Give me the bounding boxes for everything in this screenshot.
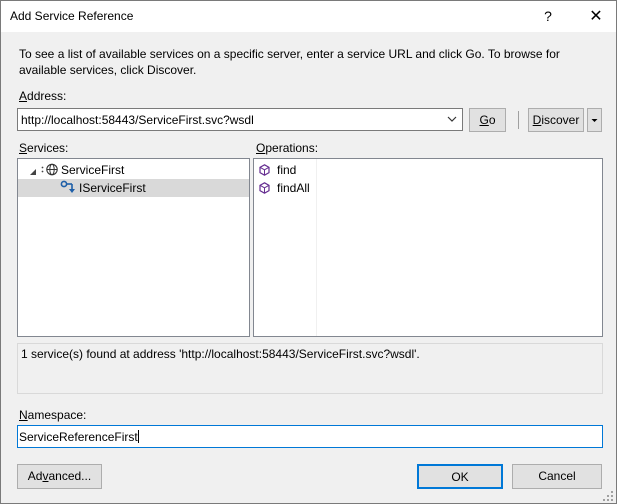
method-icon [259,164,270,179]
go-button[interactable]: Go [469,108,506,132]
operation-label: findAll [277,181,310,195]
chevron-down-icon[interactable] [444,111,460,128]
tree-item-iservicefirst[interactable]: IServiceFirst [18,179,249,197]
operations-list[interactable]: find findAll [253,158,603,337]
address-combobox[interactable]: http://localhost:58443/ServiceFirst.svc?… [17,108,463,131]
operation-item-find[interactable]: find [254,161,314,179]
method-icon [259,182,270,197]
status-panel: 1 service(s) found at address 'http://lo… [17,343,603,394]
toolbar-separator [518,111,519,129]
interface-icon [60,180,77,198]
namespace-input-value[interactable]: ServiceReferenceFirst [19,430,138,444]
services-label: Services: [19,141,69,155]
title-bar: Add Service Reference ? ✕ [1,1,616,32]
resize-grip-icon[interactable] [603,490,613,501]
address-input-value[interactable]: http://localhost:58443/ServiceFirst.svc?… [21,113,254,127]
operations-label: Operations: [256,141,319,155]
advanced-button[interactable]: Advanced... [17,464,102,489]
operation-item-findall[interactable]: findAll [254,179,314,197]
discover-button[interactable]: Discover [528,108,584,132]
status-text: 1 service(s) found at address 'http://lo… [21,347,420,361]
add-service-reference-dialog: Add Service Reference ? ✕ To see a list … [0,0,617,504]
description-text: To see a list of available services on a… [19,47,560,77]
expanded-triangle-icon[interactable] [30,165,37,179]
help-button[interactable]: ? [531,1,565,32]
tree-item-servicefirst[interactable]: ServiceFirst [18,161,249,179]
close-button[interactable]: ✕ [579,1,613,32]
tree-item-label: ServiceFirst [61,163,125,177]
discover-dropdown-button[interactable] [587,108,602,132]
caret-down-icon [591,119,598,122]
address-label: Address: [19,89,67,103]
operation-label: find [277,163,297,177]
tree-item-label: IServiceFirst [79,181,146,195]
namespace-input[interactable]: ServiceReferenceFirst [17,425,603,448]
services-tree[interactable]: ServiceFirst IServiceFirst [17,158,250,337]
window-title: Add Service Reference [10,9,134,23]
ok-button[interactable]: OK [417,464,503,489]
text-caret [137,430,139,443]
web-service-icon [41,163,59,179]
column-divider [316,159,317,336]
namespace-label: Namespace: [19,408,87,422]
cancel-button[interactable]: Cancel [512,464,602,489]
